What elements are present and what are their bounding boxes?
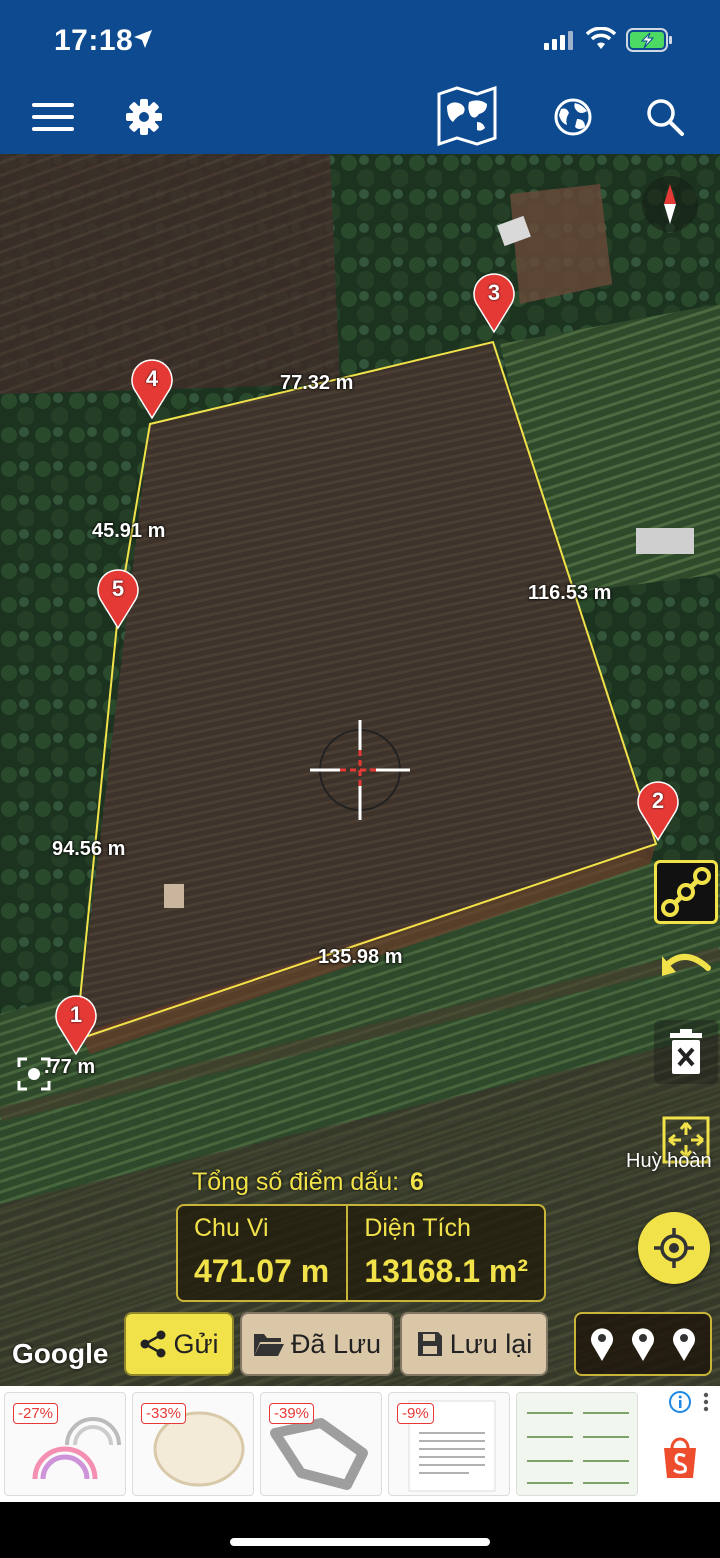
pin-label: 3 (487, 280, 501, 305)
menu-button[interactable] (28, 92, 78, 142)
marker-icon[interactable] (671, 1326, 697, 1362)
save-button[interactable]: Lưu lại (400, 1312, 548, 1376)
my-location-button[interactable] (638, 1212, 710, 1284)
send-button[interactable]: Gửi (124, 1312, 234, 1376)
pin-label: 2 (651, 788, 665, 813)
point-count: Tổng số điểm dấu: 6 (192, 1168, 424, 1197)
discount-badge: -9% (397, 1403, 434, 1424)
perimeter-value: 471.07 m (194, 1253, 330, 1289)
satellite-map[interactable]: 77.32 m 45.91 m 116.53 m 94.56 m 135.98 … (0, 154, 720, 1386)
focus-icon (17, 1057, 51, 1091)
saved-label: Đã Lưu (290, 1328, 382, 1359)
map-layers-button[interactable] (434, 86, 500, 146)
compass-button[interactable] (642, 176, 698, 232)
home-indicator-area (0, 1502, 720, 1558)
send-label: Gửi (173, 1328, 219, 1359)
map-pin-2[interactable]: 2 (636, 780, 680, 842)
folder-icon (253, 1334, 284, 1356)
google-attribution: Google (12, 1338, 109, 1369)
marker-icon[interactable] (630, 1326, 656, 1362)
map-layers-icon (437, 86, 497, 146)
ad-item-infographic[interactable] (516, 1392, 638, 1496)
floppy-disk-icon (417, 1332, 442, 1356)
map-pin-5[interactable]: 5 (96, 568, 140, 630)
signal-icon (544, 31, 573, 50)
draw-path-button[interactable] (654, 860, 718, 924)
map-pin-1[interactable]: 1 (54, 994, 98, 1056)
pin-label: 1 (69, 1002, 83, 1027)
wifi-icon (586, 27, 616, 49)
ad-item-buckle[interactable]: -39% (260, 1392, 382, 1496)
point-count-value: 6 (410, 1168, 424, 1196)
satellite-imagery (0, 154, 720, 1386)
point-count-label: Tổng số điểm dấu: (192, 1168, 400, 1196)
delete-button[interactable] (654, 1020, 718, 1084)
location-arrow-icon (134, 30, 152, 48)
globe-icon (554, 98, 592, 136)
top-toolbar (0, 80, 720, 154)
distance-label-4-5: 45.91 m (92, 520, 166, 542)
infographic-product-image (517, 1393, 637, 1495)
ad-item-document[interactable]: -9% (388, 1392, 510, 1496)
map-place-label: Huỳ hoàn (626, 1150, 712, 1172)
distance-label-2-3: 116.53 m (528, 582, 612, 604)
pin-label: 4 (145, 366, 159, 391)
measurement-panel: Chu Vi 471.07 m Diện Tích 13168.1 m² (176, 1204, 546, 1302)
ad-item-plate[interactable]: -33% (132, 1392, 254, 1496)
compass-icon (664, 184, 676, 224)
share-icon (140, 1330, 166, 1358)
path-icon (661, 867, 711, 917)
screen-locate-button[interactable] (14, 1054, 54, 1094)
home-indicator[interactable] (230, 1538, 490, 1546)
status-time: 17:18 (54, 24, 134, 57)
more-options-icon[interactable] (700, 1390, 712, 1414)
map-pin-3[interactable]: 3 (472, 272, 516, 334)
discount-badge: -33% (141, 1403, 187, 1424)
marker-icon[interactable] (589, 1326, 615, 1362)
perimeter-label: Chu Vi (194, 1214, 269, 1242)
saved-button[interactable]: Đã Lưu (240, 1312, 394, 1376)
battery-icon (626, 28, 672, 52)
distance-label-1-2: 135.98 m (318, 946, 403, 968)
pin-label: 5 (111, 576, 125, 601)
area-value: 13168.1 m² (364, 1253, 528, 1289)
marker-tools (574, 1312, 712, 1376)
info-icon[interactable] (668, 1390, 692, 1414)
distance-label-3-4: 77.32 m (280, 372, 354, 394)
search-icon (647, 99, 684, 136)
area-label: Diện Tích (364, 1214, 471, 1242)
discount-badge: -39% (269, 1403, 315, 1424)
ad-item-rainbow[interactable]: -27% (4, 1392, 126, 1496)
save-label: Lưu lại (449, 1328, 533, 1359)
gps-target-icon (654, 1228, 694, 1268)
settings-button[interactable] (119, 92, 169, 142)
undo-button[interactable] (654, 934, 718, 998)
ad-banner[interactable]: -27% -33% -39% -9% (0, 1386, 720, 1502)
undo-icon (662, 954, 711, 976)
settings-icon (126, 99, 162, 135)
search-button[interactable] (640, 92, 690, 142)
perimeter-stat: Chu Vi 471.07 m (178, 1206, 346, 1300)
status-bar: 17:18 (0, 0, 720, 80)
distance-label-5-1: 94.56 m (52, 838, 126, 860)
globe-button[interactable] (548, 92, 598, 142)
menu-icon (32, 103, 74, 131)
trash-icon (670, 1029, 702, 1074)
map-pin-4[interactable]: 4 (130, 358, 174, 420)
shopping-bag-icon[interactable] (660, 1434, 700, 1480)
discount-badge: -27% (13, 1403, 59, 1424)
area-stat: Diện Tích 13168.1 m² (346, 1206, 544, 1300)
